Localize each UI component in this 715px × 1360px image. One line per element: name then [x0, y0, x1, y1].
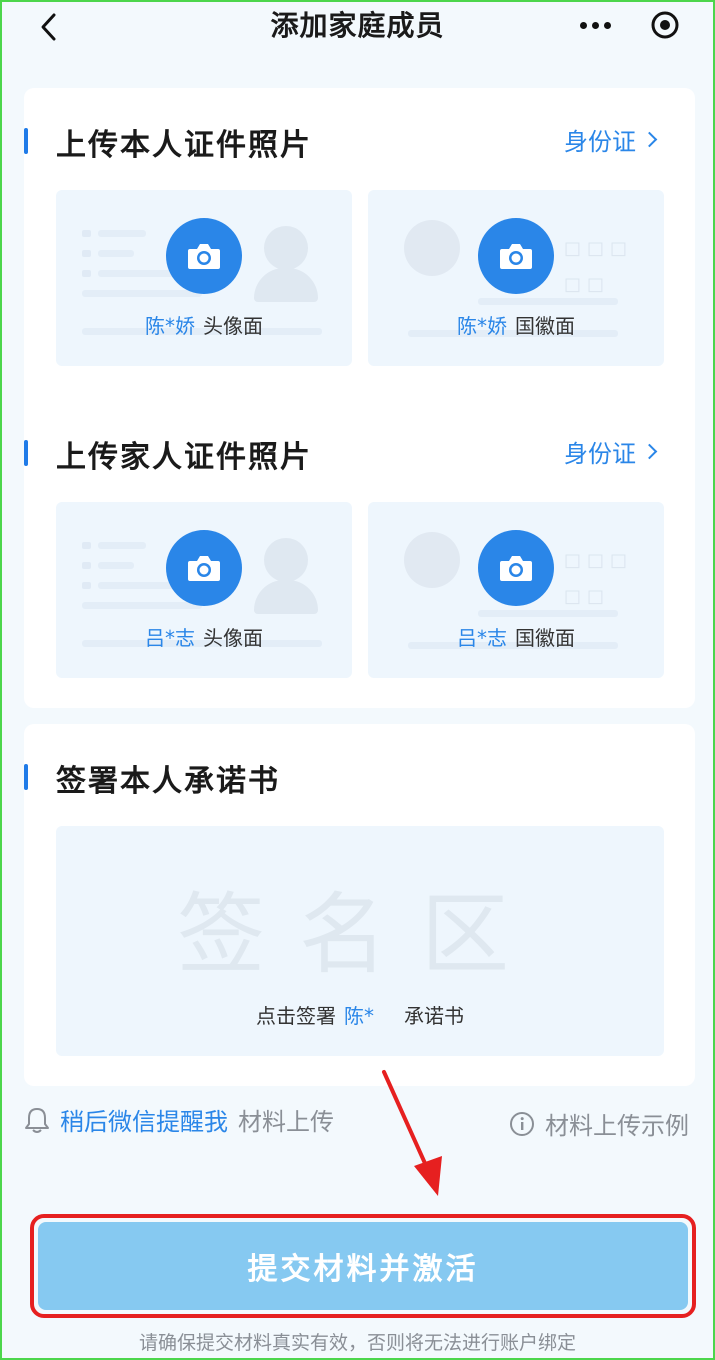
info-icon	[510, 1111, 534, 1136]
family-doc-type-link[interactable]: 身份证	[564, 434, 658, 469]
self-id-back-upload[interactable]: □□□ □□ 陈*娇 国徽面	[368, 190, 664, 366]
section-marker	[24, 440, 28, 466]
self-doc-type-link[interactable]: 身份证	[564, 122, 658, 157]
remind-suffix: 材料上传	[238, 1108, 334, 1136]
chevron-right-icon	[641, 443, 658, 460]
self-section-title: 上传本人证件照片	[56, 128, 312, 163]
chevron-right-icon	[641, 131, 658, 148]
annotation-arrow	[382, 1070, 442, 1196]
disclaimer-text: 请确保提交材料真实有效，否则将无法进行账户绑定	[138, 1332, 576, 1354]
nav-bar: 添加家庭成员	[2, 2, 713, 68]
camera-button[interactable]	[478, 218, 554, 294]
target-close-icon	[651, 11, 679, 39]
doc-type-label: 身份证	[564, 440, 636, 468]
material-example-link[interactable]: 材料上传示例	[509, 1106, 689, 1141]
emblem-placeholder	[404, 532, 460, 588]
sign-section-title: 签署本人承诺书	[56, 764, 280, 799]
avatar-placeholder	[264, 538, 308, 582]
family-id-back-upload[interactable]: □□□ □□ 吕*志 国徽面	[368, 502, 664, 678]
more-button[interactable]	[562, 4, 628, 46]
camera-icon	[500, 556, 532, 581]
emblem-placeholder	[404, 220, 460, 276]
self-id-front-upload[interactable]: 陈*娇 头像面	[56, 190, 352, 366]
submit-activate-button[interactable]: 提交材料并激活	[38, 1222, 688, 1310]
example-label: 材料上传示例	[545, 1112, 689, 1140]
sign-card: 签署本人承诺书 签名区 点击签署 陈* 承诺书	[24, 724, 695, 1086]
avatar-placeholder	[264, 226, 308, 270]
id-caption: 陈*娇 国徽面	[457, 314, 575, 338]
close-button[interactable]	[632, 4, 698, 46]
camera-icon	[500, 244, 532, 269]
wechat-remind-link[interactable]: 稍后微信提醒我 材料上传	[24, 1102, 334, 1137]
bell-icon	[25, 1107, 49, 1133]
section-marker	[24, 764, 28, 790]
remind-label: 稍后微信提醒我	[60, 1108, 228, 1136]
id-caption: 吕*志 国徽面	[457, 626, 575, 650]
signature-watermark: 签名区	[176, 883, 543, 986]
id-caption: 陈*娇 头像面	[145, 314, 263, 338]
camera-button[interactable]	[166, 530, 242, 606]
more-dots-icon	[579, 21, 587, 29]
upload-card: 上传本人证件照片 身份证 陈*娇 头像面 □□□ □□ 陈*娇 国徽面 上传家人…	[24, 88, 695, 708]
section-marker	[24, 128, 28, 154]
doc-type-label: 身份证	[564, 128, 636, 156]
id-caption: 吕*志 头像面	[145, 626, 263, 650]
signature-area[interactable]: 签名区 点击签署 陈* 承诺书	[56, 826, 664, 1056]
camera-button[interactable]	[166, 218, 242, 294]
family-section-title: 上传家人证件照片	[56, 440, 312, 475]
nav-capsule	[562, 4, 700, 46]
sign-hint: 点击签署 陈* 承诺书	[256, 1004, 464, 1028]
family-id-front-upload[interactable]: 吕*志 头像面	[56, 502, 352, 678]
camera-button[interactable]	[478, 530, 554, 606]
camera-icon	[188, 244, 220, 269]
camera-icon	[188, 556, 220, 581]
